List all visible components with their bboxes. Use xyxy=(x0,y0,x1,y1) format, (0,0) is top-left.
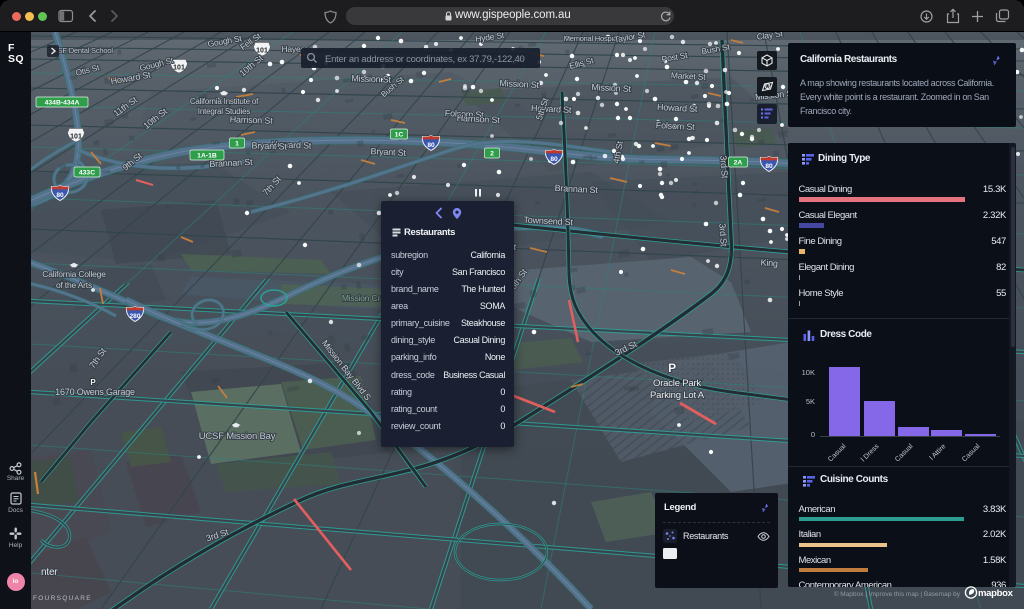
svg-text:2: 2 xyxy=(490,151,494,158)
svg-text:Folsom St: Folsom St xyxy=(656,120,696,132)
svg-text:280: 280 xyxy=(129,313,140,320)
svg-text:Integral Studies: Integral Studies xyxy=(198,107,251,116)
svg-text:Oracle Park: Oracle Park xyxy=(653,378,701,389)
svg-text:of the Arts: of the Arts xyxy=(56,280,92,290)
svg-text:80: 80 xyxy=(765,163,773,170)
svg-text:Bryant St: Bryant St xyxy=(370,146,406,158)
svg-text:UCSF Mission Bay: UCSF Mission Bay xyxy=(199,431,276,442)
svg-text:mapbox: mapbox xyxy=(978,588,1014,599)
svg-text:P: P xyxy=(668,361,676,375)
svg-text:King: King xyxy=(760,257,778,268)
svg-text:1C: 1C xyxy=(395,132,404,139)
svg-text:Market St: Market St xyxy=(671,70,707,82)
svg-text:Memorial Hospital: Memorial Hospital xyxy=(564,34,621,43)
svg-text:Parking Lot A: Parking Lot A xyxy=(650,390,705,401)
svg-text:Mission Cr: Mission Cr xyxy=(342,293,381,303)
svg-text:Bryant St: Bryant St xyxy=(251,140,287,151)
svg-text:3rd St: 3rd St xyxy=(717,223,729,247)
svg-text:Howard St: Howard St xyxy=(657,102,698,114)
svg-text:2A: 2A xyxy=(734,160,743,167)
svg-text:3rd St: 3rd St xyxy=(718,155,730,179)
svg-text:Mission St: Mission St xyxy=(591,82,632,94)
svg-text:nter: nter xyxy=(41,567,58,578)
svg-text:101: 101 xyxy=(70,134,82,141)
svg-text:80: 80 xyxy=(427,142,435,149)
svg-text:80: 80 xyxy=(56,192,64,199)
svg-text:1: 1 xyxy=(235,141,239,148)
svg-text:1670 Owens Garage: 1670 Owens Garage xyxy=(55,387,135,397)
svg-text:80: 80 xyxy=(550,156,558,163)
svg-text:P: P xyxy=(90,378,96,387)
svg-text:Mission St: Mission St xyxy=(499,78,540,90)
svg-text:Mission St: Mission St xyxy=(351,73,392,84)
svg-text:California Institute of: California Institute of xyxy=(190,97,259,106)
svg-text:433C: 433C xyxy=(79,170,95,177)
svg-text:101: 101 xyxy=(173,65,185,72)
svg-text:434B-434A: 434B-434A xyxy=(45,100,80,107)
svg-text:California College: California College xyxy=(42,269,106,279)
